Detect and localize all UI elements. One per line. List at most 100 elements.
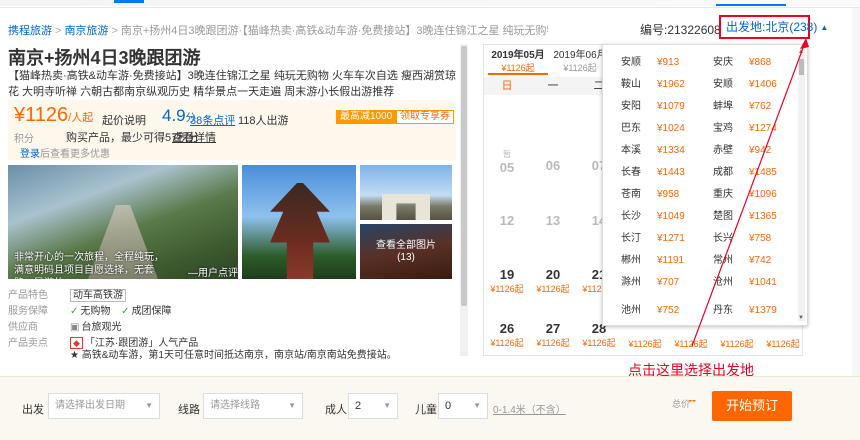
city-name: 郴州 — [621, 255, 641, 266]
city-name: 巴东 — [621, 123, 641, 134]
calendar-month-tab[interactable]: 2019年06月 ¥1126起 — [550, 47, 610, 75]
coupon-button[interactable]: 领取专享券 — [396, 110, 454, 124]
price-value: ¥1126 — [14, 104, 69, 126]
adult-count-select[interactable]: 2 ▼ — [348, 393, 398, 419]
city-option[interactable]: 滁州 ¥707 — [621, 273, 679, 289]
calendar-day-price-only[interactable]: ¥1126起 — [622, 337, 668, 350]
chevron-down-icon: ▼ — [383, 401, 391, 410]
chevron-down-icon: ▼ — [145, 401, 153, 410]
city-name: 沧州 — [713, 277, 733, 288]
gate-photo[interactable] — [360, 165, 452, 220]
product-description: 【猫峰热卖·高铁&动车游·免费接站】3晚连住锦江之星 纯玩无购物 火车车次自选 … — [8, 70, 456, 98]
content-scrollbar[interactable] — [460, 44, 468, 356]
city-option[interactable]: 郴州 ¥1191 — [621, 251, 684, 267]
calendar-day-price-only[interactable]: ¥1126起 — [668, 337, 714, 350]
city-option[interactable]: 苍南 ¥958 — [621, 185, 679, 201]
city-option[interactable]: 成都 ¥1485 — [713, 163, 777, 179]
city-option[interactable]: 池州 ¥752 — [621, 301, 679, 317]
adult-count-value: 2 — [355, 400, 362, 412]
city-option[interactable]: 长沙 ¥1049 — [621, 207, 685, 223]
total-price-value: -- — [688, 393, 696, 407]
calendar-day[interactable]: 20 ¥1126起 — [530, 267, 576, 295]
feature-tag: 动车高铁游 — [70, 289, 126, 302]
city-option[interactable]: 赤壁 ¥942 — [713, 141, 771, 157]
chevron-down-icon: ▼ — [288, 401, 296, 410]
calendar-day[interactable]: 19 ¥1126起 — [484, 267, 530, 295]
city-option[interactable]: 巴东 ¥1024 — [621, 119, 685, 135]
dropdown-scrollbar-thumb[interactable] — [799, 59, 804, 75]
calendar-day-price-only[interactable]: ¥1126起 — [714, 337, 760, 350]
child-height-note[interactable]: 0-1.4米（不含） — [493, 401, 566, 416]
city-option[interactable]: 安庆 ¥868 — [713, 53, 771, 69]
route-placeholder: 请选择线路 — [210, 400, 260, 411]
city-price: ¥1096 — [749, 189, 777, 200]
calendar-day-price: ¥1126起 — [536, 284, 570, 294]
depart-date-select[interactable]: 请选择出发日期 ▼ — [48, 393, 160, 419]
main-photo[interactable]: 非常开心的一次旅程，全程纯玩，满意明码且项目自愿选择，无套路。导游的 —用户点评 — [8, 165, 238, 279]
city-price: ¥1079 — [657, 101, 685, 112]
city-name: 成都 — [713, 167, 733, 178]
pagoda-photo[interactable] — [242, 165, 356, 279]
city-price: ¥1274 — [749, 123, 777, 134]
city-name: 重庆 — [713, 189, 733, 200]
calendar-month-tab[interactable]: 2019年05月 ¥1126起 — [488, 47, 548, 75]
calendar-day-price: ¥1126起 — [490, 338, 524, 348]
city-option[interactable]: 安顺 ¥1406 — [713, 75, 777, 91]
calendar-day[interactable]: 26 ¥1126起 — [484, 321, 530, 349]
scroll-up-icon[interactable]: ▲ — [798, 49, 804, 55]
route-select[interactable]: 请选择线路 ▼ — [203, 393, 303, 419]
calendar-day-price-only[interactable]: ¥1126起 — [760, 337, 806, 350]
city-price: ¥1191 — [657, 255, 685, 266]
adult-label: 成人 — [325, 404, 347, 416]
calendar-day-price: ¥1126起 — [766, 339, 800, 349]
start-booking-button[interactable]: 开始预订 — [712, 391, 792, 421]
city-price: ¥1049 — [657, 211, 685, 222]
city-option[interactable]: 长汀 ¥1271 — [621, 229, 685, 245]
city-option[interactable]: 蚌埠 ¥762 — [713, 97, 771, 113]
caret-up-icon: ▲ — [820, 23, 829, 32]
city-option[interactable]: 本溪 ¥1334 — [621, 141, 685, 157]
child-count-select[interactable]: 0 ▼ — [438, 393, 488, 419]
rating-score-value: 4.9 — [162, 106, 186, 125]
breadcrumb: 携程旅游 > 南京旅游 > 南京+扬州4日3晚跟团游·【猫峰热卖·高铁&动车游·免费接站… — [8, 22, 548, 38]
dropdown-scrollbar[interactable]: ▲ ▼ — [798, 49, 805, 321]
city-option[interactable]: 安阳 ¥1079 — [621, 97, 685, 113]
city-option[interactable]: 重庆 ¥1096 — [713, 185, 777, 201]
city-option[interactable]: 沧州 ¥1041 — [713, 273, 777, 289]
content-scrollbar-thumb[interactable] — [461, 46, 467, 306]
city-option[interactable]: 长春 ¥1443 — [621, 163, 685, 179]
promo-badge[interactable]: 最高减1000 — [336, 110, 397, 124]
city-option[interactable]: 安顺 ¥913 — [621, 53, 679, 69]
city-option[interactable]: 鞍山 ¥1962 — [621, 75, 685, 91]
page-scrollbar[interactable] — [852, 8, 860, 376]
breadcrumb-item-nanjing[interactable]: 南京旅游 — [64, 25, 108, 37]
booking-bar: 出发 请选择出发日期 ▼ 线路 请选择线路 ▼ 成人 2 ▼ 儿童 0 ▼ 0-1.4米… — [0, 376, 860, 440]
city-name: 楚图 — [713, 211, 733, 222]
check-icon: ✓ — [121, 306, 130, 317]
calendar-month-price: ¥1126起 — [501, 63, 535, 73]
city-option[interactable]: 丹东 ¥1379 — [713, 301, 777, 317]
scroll-down-icon[interactable]: ▼ — [798, 315, 804, 321]
reviews-link[interactable]: 38条点评 — [190, 112, 235, 128]
city-option[interactable]: 常州 ¥742 — [713, 251, 771, 267]
calendar-day-number: 20 — [545, 267, 561, 282]
city-name: 丹东 — [713, 305, 733, 316]
view-all-photos-button[interactable]: 查看全部图片 (13) — [360, 224, 452, 279]
points-details-link[interactable]: 查看详情 — [172, 129, 216, 145]
login-link[interactable]: 登录 — [20, 149, 40, 160]
breadcrumb-item-home[interactable]: 携程旅游 — [8, 25, 52, 37]
city-price: ¥1485 — [749, 167, 777, 178]
city-option[interactable]: 长兴 ¥758 — [713, 229, 771, 245]
city-option[interactable]: 楚图 ¥1365 — [713, 207, 777, 223]
city-name: 安阳 — [621, 101, 641, 112]
view-all-photos-text: 查看全部图片 — [376, 240, 436, 251]
price-note-link[interactable]: 起价说明 — [102, 112, 146, 128]
city-option[interactable]: 宝鸡 ¥1274 — [713, 119, 777, 135]
city-price: ¥1443 — [657, 167, 685, 178]
city-name: 长汀 — [621, 233, 641, 244]
supplier-value[interactable]: ▣ 台旅观光 — [70, 318, 121, 333]
price: ¥1126/人起 — [14, 104, 93, 127]
departure-city-button[interactable]: 出发地:北京(238) ▲ — [719, 15, 828, 39]
calendar-day[interactable]: 27 ¥1126起 — [530, 321, 576, 349]
city-name: 长沙 — [621, 211, 641, 222]
